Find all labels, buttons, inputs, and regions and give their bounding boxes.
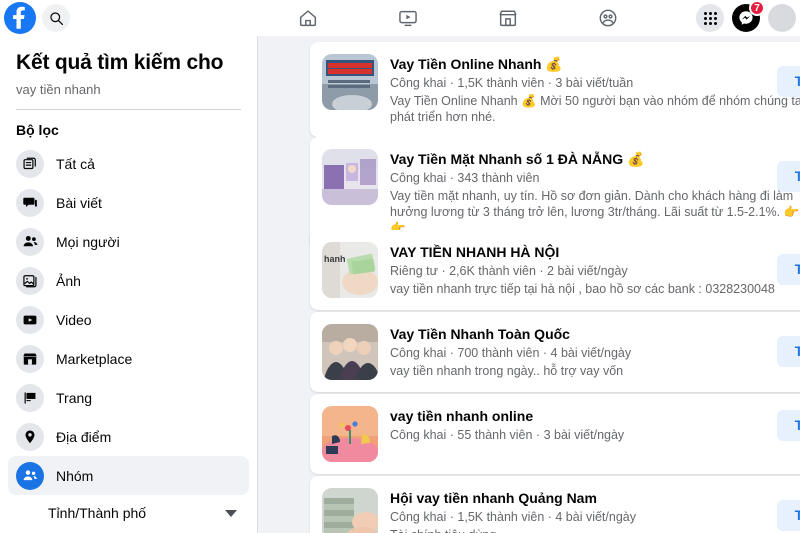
group-avatar [322,149,378,205]
province-city-dropdown[interactable]: Tỉnh/Thành phố [8,495,249,531]
join-button[interactable]: Tham gia [776,161,800,192]
join-button[interactable]: Tham gia [776,66,800,97]
sidebar-item-label: Trang [56,389,93,406]
group-avatar [322,488,378,533]
topbar-right-section: 7 [696,0,796,36]
group-meta: Công khai · 343 thành viên [390,171,540,185]
group-result-card[interactable]: Hội vay tiền nhanh Quảng Nam Công khai ·… [310,476,800,533]
join-button[interactable]: Tham gia [776,336,800,367]
group-name[interactable]: Vay Tiền Online Nhanh 💰 [390,55,800,73]
group-result-card[interactable]: vay tiền nhanh online Công khai · 55 thà… [310,394,800,474]
group-description: Vay tiền mặt nhanh, uy tín. Hồ sơ đơn gi… [390,189,800,235]
group-name[interactable]: vay tiền nhanh online [390,407,800,425]
search-button[interactable] [42,4,70,32]
people-icon [16,227,44,256]
sidebar-item-posts[interactable]: Bài viết [8,183,249,222]
sidebar-item-pages[interactable]: Trang [8,378,249,417]
nav-groups-icon[interactable] [584,3,632,33]
join-button[interactable]: Tham gia [776,500,800,531]
places-icon [16,422,44,451]
sidebar-item-marketplace[interactable]: Marketplace [8,339,249,378]
sidebar-item-all[interactable]: Tất cả [8,144,249,183]
group-description: vay tiền nhanh trong ngày.. hỗ trợ vay v… [390,364,624,378]
topbar-left-section [0,2,70,34]
nav-marketplace-icon[interactable] [484,3,532,33]
group-info: Hội vay tiền nhanh Quảng Nam Công khai ·… [390,488,800,533]
chevron-down-icon [225,509,237,517]
search-query-text: vay tiền nhanh [16,82,101,97]
search-results-list: Vay Tiền Online Nhanh 💰 Công khai · 1,5K… [258,36,800,533]
sidebar-item-label: Ảnh [56,272,81,289]
group-description: vay tiền nhanh trực tiếp tại hà nội , ba… [390,282,775,296]
sidebar-item-label: Tất cả [56,155,95,172]
group-result-card[interactable]: Vay Tiền Nhanh Toàn Quốc Công khai · 700… [310,312,800,392]
group-avatar [322,54,378,110]
sidebar-item-label: Video [56,311,92,328]
group-info: VAY TIỀN NHANH HÀ NỘI Riêng tư · 2,6K th… [390,242,800,297]
groups-icon [16,461,44,490]
group-meta: Công khai · 700 thành viên · 4 bài viết/… [390,346,632,360]
pages-icon [16,383,44,412]
group-info: vay tiền nhanh online Công khai · 55 thà… [390,406,800,445]
nav-home-icon[interactable] [284,3,332,33]
group-name[interactable]: Vay Tiền Nhanh Toàn Quốc [390,325,800,343]
sidebar-item-video[interactable]: Video [8,300,249,339]
sidebar-item-places[interactable]: Địa điểm [8,417,249,456]
join-button[interactable]: Tham gia [776,410,800,441]
group-meta: Công khai · 55 thành viên · 3 bài viết/n… [390,428,625,442]
group-meta: Công khai · 1,5K thành viên · 3 bài viết… [390,76,634,90]
sidebar-item-label: Mọi người [56,233,120,250]
sidebar-item-groups[interactable]: Nhóm [8,456,249,495]
messenger-badge: 7 [749,0,765,16]
all-results-icon [16,149,44,178]
top-navigation-bar: 7 [0,0,800,36]
group-name[interactable]: Vay Tiền Mặt Nhanh số 1 ĐÀ NẴNG 💰 [390,150,800,168]
group-description: Tài chính tiêu dùng [390,527,800,533]
group-name[interactable]: VAY TIỀN NHANH HÀ NỘI [390,243,800,261]
page-title: Kết quả tìm kiếm cho [16,51,224,74]
search-filters-sidebar: Kết quả tìm kiếm cho vay tiền nhanh Bộ l… [0,36,258,533]
group-info: Vay Tiền Mặt Nhanh số 1 ĐÀ NẴNG 💰 Công k… [390,149,800,236]
account-avatar[interactable] [768,4,796,32]
group-avatar [322,324,378,380]
sidebar-item-label: Địa điểm [56,428,112,445]
topbar-nav-icons [258,0,658,36]
svg-text:hanh: hanh [324,254,346,264]
group-avatar [322,406,378,462]
sidebar-item-label: Marketplace [56,350,133,367]
nav-watch-icon[interactable] [384,3,432,33]
filters-heading: Bộ lọc [16,122,59,138]
sidebar-item-label: Bài viết [56,194,102,211]
sidebar-item-photos[interactable]: Ảnh [8,261,249,300]
group-result-card[interactable]: hanh VAY TIỀN NHANH HÀ NỘI Riêng tư · 2,… [310,230,800,310]
group-meta: Riêng tư · 2,6K thành viên · 2 bài viết/… [390,264,628,278]
group-description: Vay Tiền Online Nhanh 💰 Mời 50 người bạn… [390,94,800,124]
photos-icon [16,266,44,295]
video-icon [16,305,44,334]
posts-icon [16,188,44,217]
facebook-logo-icon[interactable] [4,2,36,34]
grid-dots [703,11,717,25]
sidebar-item-people[interactable]: Mọi người [8,222,249,261]
group-avatar: hanh [322,242,378,298]
group-info: Vay Tiền Nhanh Toàn Quốc Công khai · 700… [390,324,800,379]
marketplace-icon [16,344,44,373]
grid-menu-icon[interactable] [696,4,724,32]
group-name[interactable]: Hội vay tiền nhanh Quảng Nam [390,489,800,507]
group-info: Vay Tiền Online Nhanh 💰 Công khai · 1,5K… [390,54,800,125]
sidebar-item-label: Nhóm [56,467,94,484]
group-meta: Công khai · 1,5K thành viên · 4 bài viết… [390,510,636,524]
messenger-icon[interactable]: 7 [732,0,765,32]
group-result-card[interactable]: Vay Tiền Online Nhanh 💰 Công khai · 1,5K… [310,42,800,137]
province-city-label: Tỉnh/Thành phố [48,505,147,521]
join-button[interactable]: Tham gia [776,254,800,285]
